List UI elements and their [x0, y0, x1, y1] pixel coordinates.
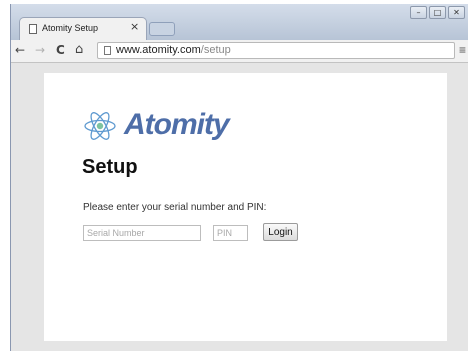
home-button[interactable]: ⌂: [75, 43, 83, 57]
window-controls: – □ ✕: [410, 6, 465, 19]
menu-button[interactable]: ≡: [459, 43, 466, 57]
url-path: /setup: [200, 44, 231, 56]
page-title: Setup: [82, 156, 138, 178]
setup-page: Atomity Setup Please enter your serial n…: [44, 73, 447, 341]
title-bar: Atomity Setup × – □ ✕: [11, 4, 468, 40]
close-window-button[interactable]: ✕: [448, 6, 465, 19]
url-host: www.atomity.com: [116, 44, 201, 56]
tab-title: Atomity Setup: [42, 23, 99, 33]
maximize-button[interactable]: □: [429, 6, 446, 19]
reload-button[interactable]: C: [56, 43, 65, 57]
document-icon: [29, 24, 37, 34]
login-button[interactable]: Login: [263, 223, 298, 241]
forward-button[interactable]: →: [35, 43, 45, 57]
atom-icon: [84, 112, 116, 140]
browser-toolbar: ← → C ⌂ www.atomity.com/setup ≡: [11, 40, 468, 63]
page-icon: [104, 46, 111, 55]
close-tab-icon[interactable]: ×: [130, 21, 139, 33]
page-viewport: Atomity Setup Please enter your serial n…: [11, 63, 468, 351]
serial-number-input[interactable]: [83, 225, 201, 241]
address-bar[interactable]: www.atomity.com/setup: [97, 42, 455, 59]
pin-input[interactable]: [213, 225, 248, 241]
back-button[interactable]: ←: [15, 43, 25, 57]
url-text: www.atomity.com/setup: [116, 44, 231, 57]
logo-text: Atomity: [124, 108, 230, 141]
minimize-button[interactable]: –: [410, 6, 427, 19]
instruction-text: Please enter your serial number and PIN:: [83, 202, 267, 213]
tab-atomity-setup[interactable]: Atomity Setup ×: [19, 17, 147, 40]
new-tab-button[interactable]: [149, 22, 175, 36]
browser-window: Atomity Setup × – □ ✕ ← → C ⌂ www.atomit…: [10, 4, 468, 351]
